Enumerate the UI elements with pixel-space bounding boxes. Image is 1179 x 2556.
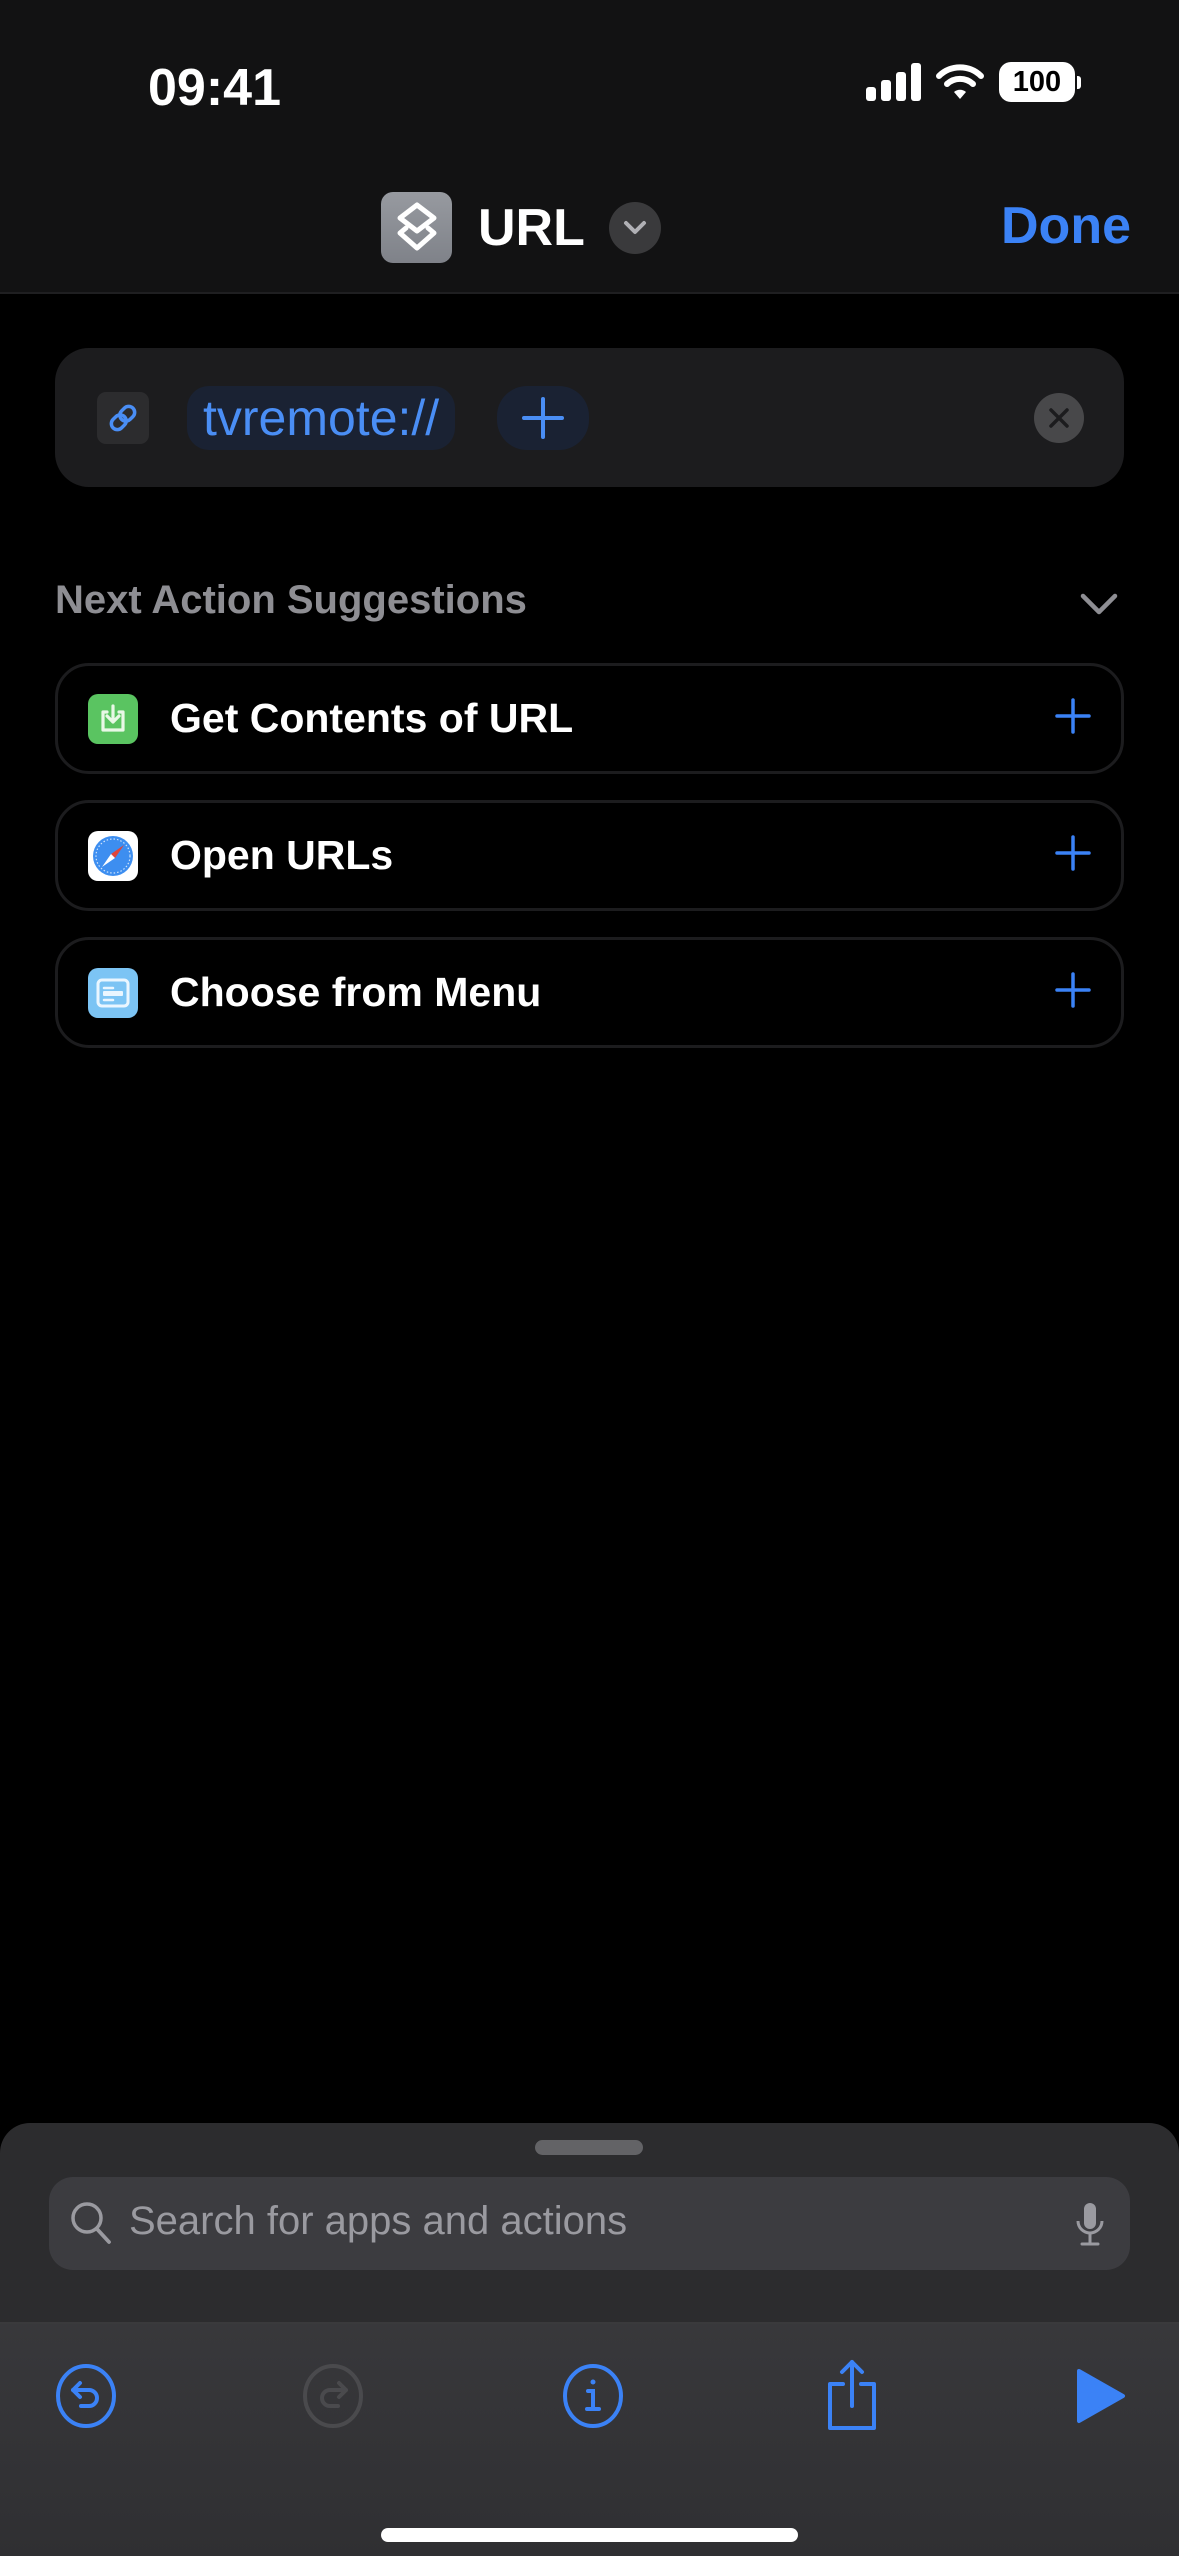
- url-action-card[interactable]: tvremote://: [55, 348, 1124, 487]
- search-placeholder: Search for apps and actions: [129, 2199, 628, 2243]
- search-icon: [71, 2202, 111, 2244]
- download-tray-icon: [88, 693, 138, 744]
- suggestion-get-contents-of-url[interactable]: Get Contents of URL: [55, 663, 1124, 774]
- redo-button: [293, 2356, 373, 2436]
- wifi-icon: [936, 64, 984, 99]
- suggestions-header: Next Action Suggestions: [55, 578, 527, 622]
- link-icon: [97, 392, 149, 444]
- home-indicator[interactable]: [381, 2528, 798, 2542]
- suggestion-choose-from-menu[interactable]: Choose from Menu: [55, 937, 1124, 1048]
- undo-button[interactable]: [46, 2356, 126, 2436]
- search-input[interactable]: Search for apps and actions: [49, 2177, 1130, 2270]
- editor-toolbar: [0, 2322, 1179, 2556]
- shortcut-title-menu[interactable]: URL: [381, 192, 661, 263]
- status-time: 09:41: [148, 59, 281, 117]
- redo-icon: [303, 2364, 363, 2428]
- done-button[interactable]: Done: [1001, 196, 1131, 256]
- suggestion-label: Choose from Menu: [170, 969, 542, 1015]
- add-suggestion-button[interactable]: [1055, 972, 1091, 1013]
- cellular-signal-icon: [866, 63, 921, 101]
- undo-icon: [56, 2364, 116, 2428]
- battery-icon: 100: [999, 62, 1081, 102]
- navigation-header: 09:41 100 URL Done: [0, 0, 1179, 294]
- safari-compass-icon: [88, 830, 138, 881]
- plus-icon: [1055, 972, 1091, 1008]
- remove-action-button[interactable]: [1034, 393, 1084, 443]
- share-icon: [828, 2360, 876, 2430]
- plus-icon: [1055, 835, 1091, 871]
- suggestion-label: Open URLs: [170, 832, 394, 878]
- menu-list-icon: [88, 967, 138, 1018]
- info-icon: [563, 2364, 623, 2428]
- close-icon: [1049, 408, 1069, 428]
- info-button[interactable]: [553, 2356, 633, 2436]
- chevron-down-icon[interactable]: [608, 201, 661, 254]
- suggestion-open-urls[interactable]: Open URLs: [55, 800, 1124, 911]
- status-icons: 100: [866, 62, 1081, 102]
- collapse-suggestions-button[interactable]: [1079, 592, 1119, 621]
- suggestion-label: Get Contents of URL: [170, 695, 574, 741]
- plus-icon: [1055, 698, 1091, 734]
- add-suggestion-button[interactable]: [1055, 835, 1091, 876]
- share-button[interactable]: [812, 2356, 892, 2436]
- shortcuts-layers-icon: [381, 192, 452, 263]
- play-icon: [1077, 2369, 1125, 2423]
- add-suggestion-button[interactable]: [1055, 698, 1091, 739]
- page-title: URL: [478, 198, 585, 257]
- sheet-grabber[interactable]: [535, 2140, 643, 2155]
- url-input[interactable]: tvremote://: [187, 386, 456, 450]
- chevron-down-icon: [1080, 593, 1118, 615]
- plus-icon: [522, 397, 564, 439]
- run-button[interactable]: [1060, 2356, 1140, 2436]
- microphone-icon[interactable]: [1074, 2201, 1106, 2247]
- battery-level: 100: [999, 62, 1075, 102]
- add-variable-button[interactable]: [497, 386, 589, 450]
